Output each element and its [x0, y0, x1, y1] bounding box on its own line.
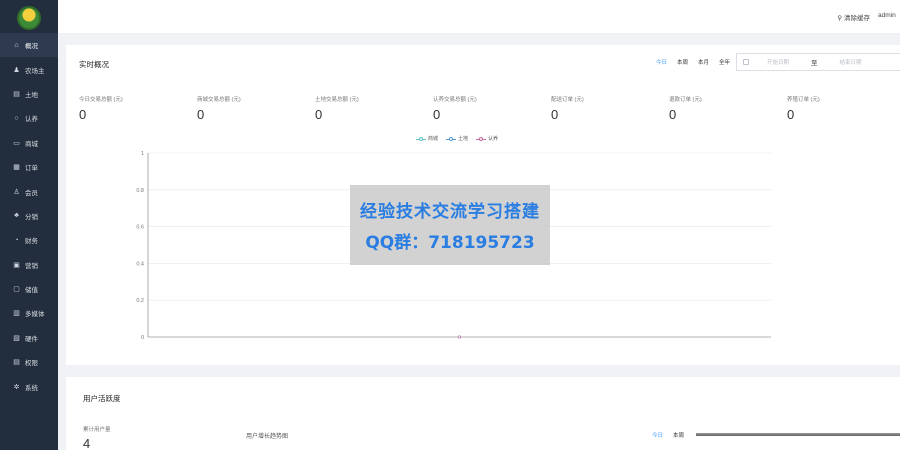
sidebar-item-label: 系统 — [25, 384, 38, 392]
sidebar-item-label: 硬件 — [25, 335, 38, 343]
tab-today[interactable]: 今日 — [652, 431, 663, 439]
sidebar-item-label: 土地 — [25, 91, 38, 99]
pin-icon: ⚲ — [837, 15, 843, 22]
growth-chart-title: 用户增长趋势图 — [246, 434, 289, 440]
distribution-icon: ♣ — [14, 212, 19, 220]
sidebar-item-label: 农场主 — [25, 67, 45, 75]
sidebar-item-marketing[interactable]: ▣ 营销 — [0, 253, 58, 277]
sidebar-item-member[interactable]: ♙ 会员 — [0, 179, 58, 203]
watermark-overlay: 经验技术交流学习搭建 QQ群：718195723 — [350, 185, 550, 265]
marketing-icon: ▣ — [13, 261, 20, 269]
app-logo[interactable] — [17, 6, 41, 30]
sidebar-item-media[interactable]: ▥ 多媒体 — [0, 301, 58, 325]
y-tick-label: 0.2 — [136, 298, 144, 304]
member-icon: ♙ — [13, 188, 20, 196]
y-tick-label: 1 — [141, 151, 144, 157]
y-tick-label: 0 — [141, 335, 144, 341]
sidebar-item-label: 分销 — [25, 213, 38, 221]
tab-week[interactable]: 本周 — [673, 431, 684, 439]
sidebar-item-order[interactable]: ▦ 订单 — [0, 155, 58, 179]
sidebar-item-label: 财务 — [25, 238, 38, 246]
hardware-icon: ▧ — [13, 334, 20, 342]
sidebar-item-label: 多媒体 — [25, 311, 45, 319]
settings-icon: ✲ — [13, 383, 20, 391]
active-users-title: 用户活跃度 — [83, 394, 121, 403]
sidebar-item-label: 储值 — [25, 287, 38, 295]
sidebar-item-settings[interactable]: ✲ 系统 — [0, 374, 58, 398]
sidebar-item-label: 权限 — [25, 360, 38, 368]
user-menu[interactable]: admin — [878, 12, 900, 19]
sidebar-item-land[interactable]: ▤ 土地 — [0, 82, 58, 106]
adopt-icon: ○ — [14, 114, 19, 122]
sidebar-item-label: 商城 — [25, 140, 38, 148]
sidebar-item-hardware[interactable]: ▧ 硬件 — [0, 326, 58, 350]
sidebar-item-finance[interactable]: ◔ 财务 — [0, 228, 58, 252]
sidebar-item-wallet[interactable]: ▢ 储值 — [0, 277, 58, 301]
sidebar: ⌂ 概况 ♟ 农场主 ▤ 土地 ○ 认养 ▭ 商城 ▦ 订单 ♙ 会员 ♣ 分销 ◔ 财务 ▣ 营销 ▢ 储值 ▥ 多媒体 ▧ 硬… — [0, 0, 58, 450]
date-range-picker-partial[interactable] — [696, 433, 900, 436]
topbar: ⚲ 清除缓存 admin — [58, 0, 900, 34]
sidebar-item-user[interactable]: ♟ 农场主 — [0, 57, 58, 81]
data-point-认养[interactable] — [457, 335, 461, 339]
sidebar-item-label: 概况 — [25, 43, 38, 51]
sidebar-nav: ⌂ 概况 ♟ 农场主 ▤ 土地 ○ 认养 ▭ 商城 ▦ 订单 ♙ 会员 ♣ 分销 ◔ 财务 ▣ 营销 ▢ 储值 ▥ 多媒体 ▧ 硬… — [0, 33, 58, 399]
sidebar-item-label: 订单 — [25, 165, 38, 173]
sidebar-item-label: 认养 — [25, 116, 38, 124]
y-tick-label: 0.8 — [136, 188, 144, 194]
clear-cache-label: 清除缓存 — [844, 15, 870, 22]
sidebar-item-label: 营销 — [25, 262, 38, 270]
total-users-value: 4 — [83, 436, 91, 450]
sidebar-item-shop[interactable]: ▭ 商城 — [0, 131, 58, 155]
sidebar-item-home[interactable]: ⌂ 概况 — [0, 33, 58, 58]
user-icon: ♟ — [13, 66, 20, 74]
home-icon: ⌂ — [14, 41, 19, 49]
order-icon: ▦ — [13, 164, 20, 172]
y-tick-label: 0.4 — [136, 261, 144, 267]
active-users-tabs: 今日 本周 — [652, 431, 684, 439]
watermark-line-1: 经验技术交流学习搭建 — [360, 202, 540, 222]
watermark-line-2: QQ群：718195723 — [365, 233, 535, 253]
finance-icon: ◔ — [14, 236, 19, 244]
media-icon: ▥ — [13, 310, 20, 318]
sidebar-item-permission[interactable]: ▤ 权限 — [0, 350, 58, 374]
y-tick-label: 0.6 — [136, 225, 144, 231]
total-users-label: 累计用户量 — [83, 427, 111, 433]
active-users-card: 用户活跃度 累计用户量 4 用户增长趋势图 今日 本周 — [66, 377, 900, 450]
sidebar-item-adopt[interactable]: ○ 认养 — [0, 106, 58, 130]
sidebar-item-distribution[interactable]: ♣ 分销 — [0, 204, 58, 228]
clear-cache-button[interactable]: ⚲ 清除缓存 — [837, 12, 870, 22]
permission-icon: ▤ — [13, 359, 20, 367]
land-icon: ▤ — [13, 90, 20, 98]
wallet-icon: ▢ — [13, 286, 20, 294]
sidebar-item-label: 会员 — [25, 189, 38, 197]
shop-icon: ▭ — [13, 139, 20, 147]
